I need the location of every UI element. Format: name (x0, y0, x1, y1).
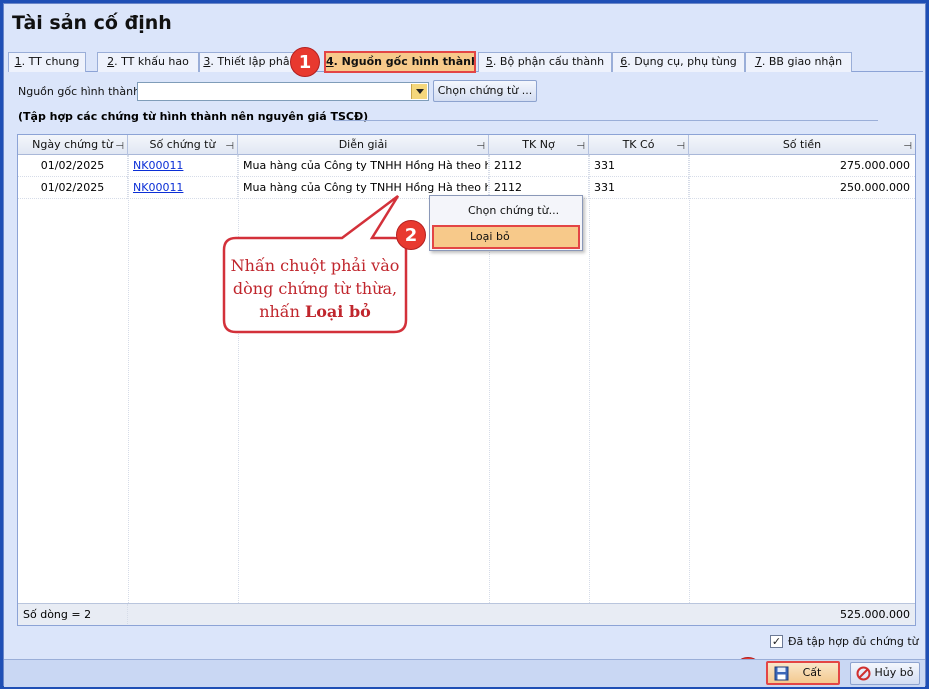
tab-depreciation[interactable]: 2. TT khấu hao (97, 52, 199, 72)
pin-icon[interactable]: ⊣ (225, 137, 234, 157)
col-header-amount[interactable]: Số tiền ⊣ (689, 135, 915, 155)
tab-origin[interactable]: 4. Nguồn gốc hình thành (324, 51, 476, 73)
grid-header: Ngày chứng từ ⊣ Số chứng từ ⊣ Diễn giải ⊣ T… (18, 135, 915, 155)
cell-voucher-link[interactable]: NK00011 (128, 155, 238, 177)
group-title: (Tập hợp các chứng từ hình thành nên ngu… (18, 110, 369, 123)
group-divider (334, 120, 878, 121)
tab-strip: 1. TT chung 2. TT khấu hao 3. Thiết lập … (8, 51, 923, 73)
floppy-disk-icon (774, 666, 789, 681)
tab-setup[interactable]: 3. Thiết lập phâ (199, 52, 294, 72)
pin-icon[interactable]: ⊣ (676, 137, 685, 157)
context-menu: Chọn chứng từ... Loại bỏ (429, 195, 583, 251)
cell-amount: 250.000.000 (840, 181, 910, 194)
save-button[interactable]: Cất (766, 661, 840, 685)
grid-divider (128, 155, 129, 603)
step-badge-2: 2 (396, 220, 426, 250)
tab-handover[interactable]: 7. BB giao nhận (745, 52, 852, 72)
col-header-debit[interactable]: TK Nợ ⊣ (489, 135, 589, 155)
total-amount: 525.000.000 (840, 608, 910, 621)
cancel-icon (856, 666, 871, 681)
origin-label: Nguồn gốc hình thành (18, 85, 141, 98)
cell-amount: 275.000.000 (840, 159, 910, 172)
row-count: Số dòng = 2 (18, 604, 128, 625)
collected-all-label: Đã tập hợp đủ chứng từ (788, 635, 919, 648)
pin-icon[interactable]: ⊣ (115, 137, 124, 157)
cell-credit: 331 (589, 177, 689, 199)
tab-tools[interactable]: 6. Dụng cụ, phụ tùng (612, 52, 745, 72)
col-header-date[interactable]: Ngày chứng từ ⊣ (18, 135, 128, 155)
callout-text: Nhấn chuột phải vào dòng chứng từ thừa, … (230, 256, 400, 321)
col-header-credit[interactable]: TK Có ⊣ (589, 135, 689, 155)
table-row[interactable]: 01/02/2025 NK00011 Mua hàng của Công ty … (18, 155, 915, 177)
pin-icon[interactable]: ⊣ (576, 137, 585, 157)
cell-credit: 331 (589, 155, 689, 177)
choose-voucher-button[interactable]: Chọn chứng từ ... (433, 80, 537, 102)
asset-window: Tài sản cố định 1. TT chung 2. TT khấu h… (3, 3, 926, 687)
grid-divider (689, 155, 690, 603)
step-badge-1: 1 (290, 47, 320, 77)
menu-item-choose-voucher[interactable]: Chọn chứng từ... (432, 199, 580, 223)
cell-date: 01/02/2025 (18, 155, 128, 177)
pin-icon[interactable]: ⊣ (476, 137, 485, 157)
cell-debit: 2112 (489, 155, 589, 177)
cancel-button[interactable]: Hủy bỏ (850, 662, 920, 685)
chevron-down-icon[interactable] (411, 84, 427, 99)
tab-components[interactable]: 5. Bộ phận cấu thành (478, 52, 612, 72)
pin-icon[interactable]: ⊣ (903, 137, 912, 157)
cell-description: Mua hàng của Công ty TNHH Hồng Hà theo h… (238, 155, 489, 177)
grid-divider (589, 155, 590, 603)
tab-general[interactable]: 1. TT chung (8, 52, 86, 72)
origin-combobox[interactable] (137, 82, 429, 101)
grid-footer: Số dòng = 2 525.000.000 (18, 603, 915, 625)
col-header-voucher[interactable]: Số chứng từ ⊣ (128, 135, 238, 155)
window-title: Tài sản cố định (12, 12, 172, 34)
menu-item-remove[interactable]: Loại bỏ (432, 225, 580, 249)
collected-all-checkbox[interactable]: ✓ (770, 635, 783, 648)
cell-date: 01/02/2025 (18, 177, 128, 199)
col-header-description[interactable]: Diễn giải ⊣ (238, 135, 489, 155)
